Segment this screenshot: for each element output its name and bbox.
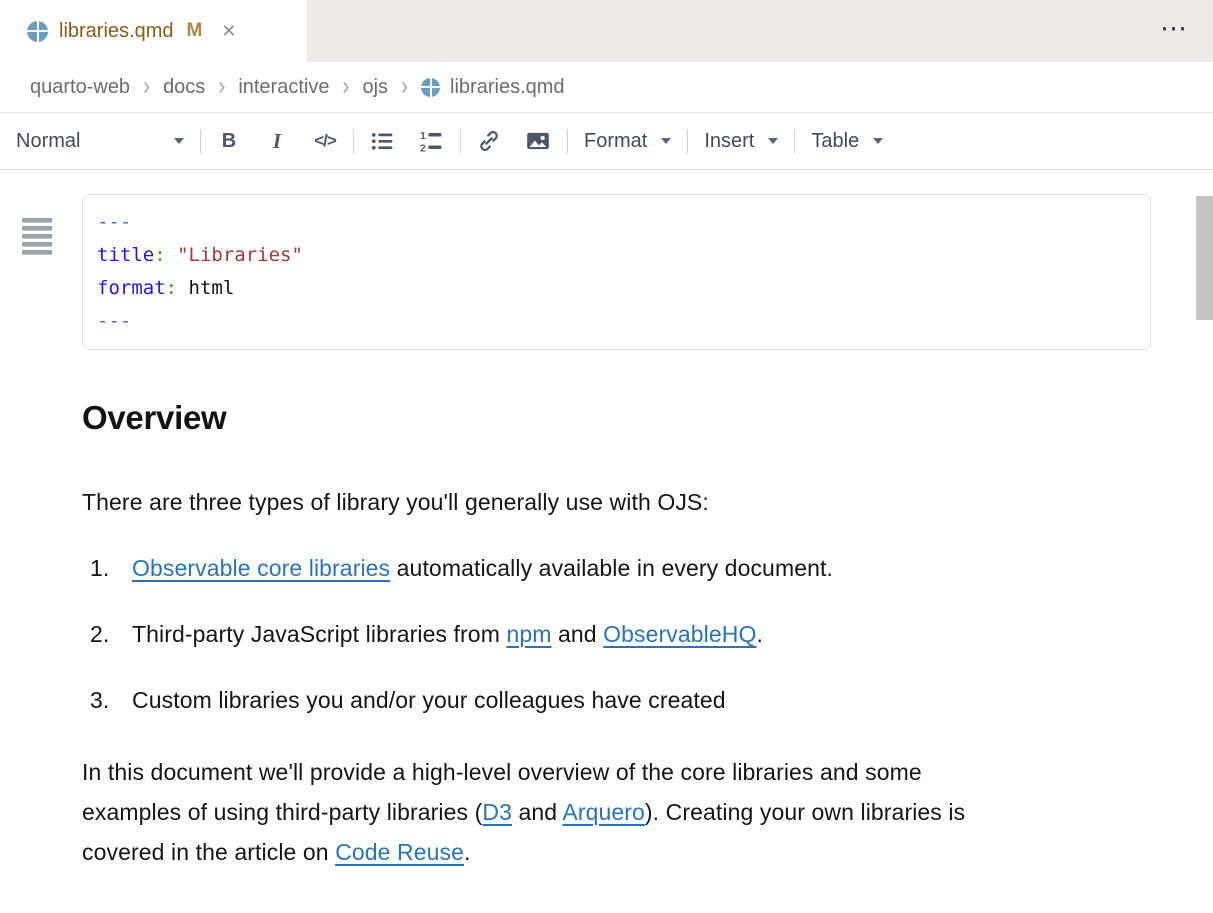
toolbar-divider xyxy=(460,129,461,153)
yaml-line: --- xyxy=(97,305,1136,338)
toolbar-divider xyxy=(687,129,688,153)
yaml-key: title xyxy=(97,244,154,266)
doc-link[interactable]: Observable core libraries xyxy=(132,555,390,581)
bold-icon: B xyxy=(222,130,236,153)
doc-link[interactable]: Arquero xyxy=(562,799,645,825)
text-segment: . xyxy=(756,621,763,647)
list-item: 1. Observable core libraries automatical… xyxy=(82,548,1213,588)
doc-link[interactable]: ObservableHQ xyxy=(603,621,756,647)
tab-bar: libraries.qmd M ✕ ⋯ xyxy=(0,0,1213,62)
italic-icon: I xyxy=(273,129,281,154)
yaml-key: format xyxy=(97,277,166,299)
yaml-colon: : xyxy=(154,244,165,266)
bold-button[interactable]: B xyxy=(217,130,241,153)
paragraph-style-value: Normal xyxy=(16,130,80,153)
text-segment: Third-party JavaScript libraries from xyxy=(132,621,506,647)
block-drag-handle-icon[interactable] xyxy=(22,218,52,260)
yaml-line: format: html xyxy=(97,272,1136,305)
image-button[interactable] xyxy=(525,128,551,154)
code-button[interactable]: </> xyxy=(313,131,337,151)
image-icon xyxy=(525,128,551,154)
toolbar-divider xyxy=(794,129,795,153)
svg-text:2: 2 xyxy=(420,143,426,154)
yaml-delimiter: --- xyxy=(97,310,131,332)
editor-toolbar: Normal B I </> 12 Format Insert Table xyxy=(0,113,1213,170)
list-item-text: Custom libraries you and/or your colleag… xyxy=(132,680,1052,720)
insert-menu-button[interactable]: Insert xyxy=(704,130,778,153)
text-segment: and xyxy=(512,799,562,825)
chevron-right-icon: › xyxy=(401,72,408,102)
doc-link[interactable]: npm xyxy=(506,621,551,647)
outro-paragraph: In this document we'll provide a high-le… xyxy=(82,752,1002,872)
paragraph-style-select[interactable]: Normal xyxy=(16,130,184,153)
chevron-right-icon: › xyxy=(143,72,150,102)
modified-badge: M xyxy=(186,20,202,42)
bulleted-list-icon xyxy=(370,129,395,154)
editor-content: ---title: "Libraries"format: html--- Ove… xyxy=(0,194,1213,913)
list-item: 3. Custom libraries you and/or your coll… xyxy=(82,680,1213,720)
yaml-line: title: "Libraries" xyxy=(97,239,1136,272)
chevron-down-icon xyxy=(174,138,184,144)
yaml-delimiter: --- xyxy=(97,211,131,233)
yaml-value: html xyxy=(189,277,235,299)
text-segment: automatically available in every documen… xyxy=(390,555,833,581)
doc-link[interactable]: D3 xyxy=(482,799,512,825)
doc-link[interactable]: Code Reuse xyxy=(335,839,464,865)
chevron-right-icon: › xyxy=(218,72,225,102)
more-actions-icon[interactable]: ⋯ xyxy=(1160,13,1189,44)
italic-button[interactable]: I xyxy=(265,129,289,154)
toolbar-divider xyxy=(567,129,568,153)
list-item: 2. Third-party JavaScript libraries from… xyxy=(82,614,1213,654)
yaml-value: "Libraries" xyxy=(177,244,303,266)
link-button[interactable] xyxy=(477,129,501,153)
table-menu-label: Table xyxy=(811,130,859,153)
yaml-colon: : xyxy=(166,277,177,299)
numbered-list: 1. Observable core libraries automatical… xyxy=(82,548,1213,720)
yaml-line: --- xyxy=(97,206,1136,239)
chevron-down-icon xyxy=(873,138,883,144)
breadcrumb-item-file[interactable]: libraries.qmd xyxy=(421,76,564,99)
table-menu-button[interactable]: Table xyxy=(811,130,883,153)
format-menu-label: Format xyxy=(584,130,647,153)
list-item-number: 1. xyxy=(90,548,132,588)
svg-text:1: 1 xyxy=(420,130,426,141)
insert-menu-label: Insert xyxy=(704,130,754,153)
page-title: Overview xyxy=(82,398,1213,438)
bulleted-list-button[interactable] xyxy=(370,129,395,154)
list-item-number: 2. xyxy=(90,614,132,654)
quarto-file-icon xyxy=(421,78,440,97)
text-segment: Custom libraries you and/or your colleag… xyxy=(132,687,726,713)
numbered-list-icon: 12 xyxy=(419,129,444,154)
breadcrumb-item-interactive[interactable]: interactive xyxy=(238,76,329,99)
toolbar-divider xyxy=(200,129,201,153)
tab-title: libraries.qmd xyxy=(59,20,173,43)
chevron-down-icon xyxy=(661,138,671,144)
list-item-number: 3. xyxy=(90,680,132,720)
text-segment: and xyxy=(552,621,604,647)
chevron-down-icon xyxy=(768,138,778,144)
chevron-right-icon: › xyxy=(342,72,349,102)
intro-paragraph: There are three types of library you'll … xyxy=(82,482,1002,522)
list-item-text: Third-party JavaScript libraries from np… xyxy=(132,614,1052,654)
toolbar-divider xyxy=(353,129,354,153)
link-icon xyxy=(477,129,501,153)
quarto-file-icon xyxy=(27,21,48,42)
scrollbar-thumb[interactable] xyxy=(1196,196,1213,320)
yaml-front-matter-block[interactable]: ---title: "Libraries"format: html--- xyxy=(82,194,1151,350)
breadcrumb: quarto-web › docs › interactive › ojs › … xyxy=(0,62,1213,113)
breadcrumb-item-quarto-web[interactable]: quarto-web xyxy=(30,76,130,99)
numbered-list-button[interactable]: 12 xyxy=(419,129,444,154)
format-menu-button[interactable]: Format xyxy=(584,130,671,153)
list-item-text: Observable core libraries automatically … xyxy=(132,548,1052,588)
text-segment: . xyxy=(464,839,471,865)
code-icon: </> xyxy=(314,131,336,151)
breadcrumb-item-ojs[interactable]: ojs xyxy=(362,76,388,99)
close-icon[interactable]: ✕ xyxy=(221,22,236,40)
breadcrumb-file-label: libraries.qmd xyxy=(450,76,564,99)
tab-libraries-qmd[interactable]: libraries.qmd M ✕ xyxy=(0,0,308,62)
breadcrumb-item-docs[interactable]: docs xyxy=(163,76,205,99)
